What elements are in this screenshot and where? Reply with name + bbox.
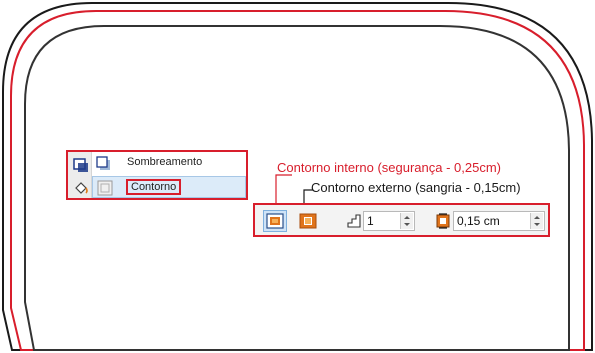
spin-down-icon[interactable] — [534, 223, 540, 226]
contour-icon — [97, 180, 113, 196]
external-contour-annotation: Contorno externo (sangria - 0,15cm) — [311, 180, 521, 195]
contour-offset-icon — [436, 213, 450, 229]
contour-offset-value: 0,15 cm — [457, 214, 500, 228]
contour-offset-input[interactable]: 0,15 cm — [453, 211, 545, 231]
menu-item-contorno[interactable]: Contorno — [92, 176, 246, 198]
outside-contour-button[interactable] — [296, 210, 320, 232]
contour-steps-value: 1 — [367, 214, 374, 228]
drop-shadow-icon — [96, 156, 110, 170]
spin-up-icon[interactable] — [404, 216, 410, 219]
inside-contour-button[interactable] — [263, 210, 287, 232]
internal-contour-annotation: Contorno interno (segurança - 0,25cm) — [277, 160, 502, 175]
spin-down-icon[interactable] — [404, 223, 410, 226]
offset-spinner[interactable] — [530, 213, 543, 229]
menu-item-sombreamento[interactable]: Sombreamento — [92, 153, 246, 175]
inside-contour-icon — [266, 213, 284, 229]
steps-spinner[interactable] — [400, 213, 413, 229]
canvas: Sombreamento Contorno Contorno interno (… — [0, 0, 595, 353]
shadow-tool-icon — [73, 158, 88, 172]
outside-contour-icon — [299, 213, 317, 229]
menu-item-label: Sombreamento — [127, 156, 203, 168]
fill-bucket-icon — [75, 182, 88, 194]
contour-steps-icon — [347, 214, 361, 228]
contour-steps-input[interactable]: 1 — [363, 211, 415, 231]
menu-item-label: Contorno — [126, 179, 182, 195]
effects-flyout-menu: Sombreamento Contorno — [66, 150, 248, 200]
spin-up-icon[interactable] — [534, 216, 540, 219]
contour-property-bar: 1 0,15 cm — [253, 203, 550, 237]
menu-gutter — [68, 152, 92, 198]
